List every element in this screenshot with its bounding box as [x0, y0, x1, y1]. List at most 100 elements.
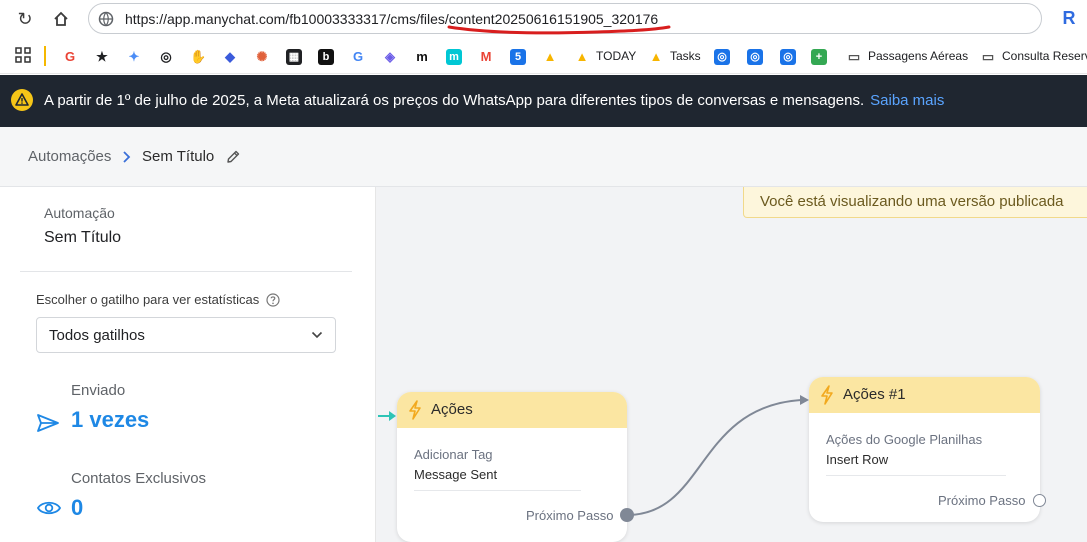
actions-node-title: Ações: [431, 401, 473, 418]
eye-icon: [36, 501, 62, 515]
actions-1-node-title: Ações #1: [843, 386, 906, 403]
miro-icon: m: [446, 48, 462, 65]
incoming-arrow-icon: [389, 411, 396, 421]
airtable-icon: ▲: [649, 48, 663, 64]
bookmark-label: Consulta Reserv: [1002, 49, 1087, 63]
grid-app-icon: ▦: [286, 48, 302, 65]
url-host: https://app.manychat.com: [125, 11, 286, 27]
actions-node-header[interactable]: Ações: [397, 392, 627, 428]
bookmark-item[interactable]: ▭ Consulta Reserv: [980, 47, 1087, 65]
bookmark-item[interactable]: ▲: [542, 47, 558, 65]
bookmark-item[interactable]: ★: [94, 47, 110, 65]
folder-icon: ▭: [847, 48, 861, 64]
extension-icon[interactable]: R: [1058, 7, 1080, 29]
announcement-banner: A partir de 1º de julho de 2025, a Meta …: [0, 75, 1087, 127]
gmail-icon: M: [480, 48, 492, 64]
banner-text: A partir de 1º de julho de 2025, a Meta …: [44, 92, 865, 109]
trigger-select[interactable]: Todos gatilhos: [36, 317, 336, 353]
bookmark-label: Passagens Aéreas: [868, 49, 969, 63]
trigger-label: Escolher o gatilho para ver estatísticas: [36, 292, 280, 307]
apps-grid-icon[interactable]: [15, 47, 31, 63]
bookmark-item[interactable]: ✺: [254, 47, 270, 65]
actions-1-node-header[interactable]: Ações #1: [809, 377, 1040, 413]
help-icon[interactable]: [266, 293, 280, 307]
openai-icon: ◎: [747, 48, 763, 65]
sheets-action-value: Insert Row: [826, 452, 889, 467]
bookmark-item[interactable]: ◎: [158, 47, 174, 65]
link-connector: [626, 399, 802, 516]
bookmark-label: TODAY: [596, 49, 637, 63]
bookmark-item[interactable]: ◎: [780, 47, 796, 65]
stats-sidebar: Automação Sem Título Escolher o gatilho …: [0, 187, 376, 542]
trigger-select-value: Todos gatilhos: [49, 327, 145, 344]
lightning-icon: [821, 385, 833, 405]
breadcrumb-root[interactable]: Automações: [28, 148, 111, 165]
sent-value: 1 vezes: [71, 407, 150, 432]
calendar-icon: 5: [510, 48, 526, 65]
trigger-label-text: Escolher o gatilho para ver estatísticas: [36, 292, 260, 307]
airtable-icon: ▲: [543, 48, 557, 64]
openai-icon: ◎: [780, 48, 796, 65]
bookmark-label: Tasks: [670, 49, 701, 63]
chevron-right-icon: [123, 151, 131, 163]
bookmark-item[interactable]: ▲ TODAY: [574, 47, 637, 65]
contacts-label: Contatos Exclusivos: [71, 470, 207, 487]
node-divider: [826, 475, 1006, 476]
bookmark-item[interactable]: +: [811, 47, 827, 65]
page-title: Sem Título: [142, 148, 215, 165]
bookmark-item[interactable]: m: [446, 47, 462, 65]
bookmark-item[interactable]: ◎: [714, 47, 730, 65]
bookmark-item[interactable]: ◎: [747, 47, 763, 65]
automation-name: Sem Título: [44, 229, 122, 246]
google-sheets-action-label: Ações do Google Planilhas: [826, 432, 983, 447]
airtable-icon: ▲: [575, 48, 589, 64]
actions-1-node[interactable]: Ações #1 Ações do Google Planilhas Inser…: [809, 377, 1040, 522]
bookmark-item[interactable]: 5: [510, 47, 526, 65]
bookmark-item[interactable]: ▲ Tasks: [648, 47, 701, 65]
openai-icon: ◎: [714, 48, 730, 65]
bookmark-item[interactable]: G: [62, 47, 78, 65]
layers-icon: ◈: [385, 48, 395, 64]
bookmark-item[interactable]: ✦: [126, 47, 142, 65]
bookmark-item[interactable]: G: [350, 47, 366, 65]
chevron-down-icon: [311, 331, 323, 339]
site-info-icon[interactable]: [98, 11, 114, 27]
send-icon: [37, 414, 59, 432]
contacts-value: 0: [71, 495, 84, 520]
folder-icon: ▭: [981, 48, 995, 64]
flow-canvas[interactable]: Você está visualizando uma versão public…: [376, 187, 1087, 542]
address-bar[interactable]: https://app.manychat.com/fb10003333317/c…: [88, 3, 1042, 35]
lightning-icon: [409, 400, 421, 420]
bookmark-item[interactable]: m: [414, 47, 430, 65]
reload-icon[interactable]: ↻: [14, 8, 36, 30]
google-icon: G: [352, 48, 364, 64]
next-step-port[interactable]: [620, 508, 634, 522]
sheets-icon: +: [811, 48, 827, 65]
bookmark-item[interactable]: M: [478, 47, 494, 65]
next-step-label: Próximo Passo: [526, 508, 614, 523]
red-underline-annotation: [447, 25, 671, 35]
star-icon: ★: [96, 48, 108, 64]
sunburst-icon: ✺: [256, 48, 268, 64]
page-header: Automações Sem Título: [0, 127, 1087, 187]
warning-icon: [11, 89, 33, 111]
bookmark-item[interactable]: ✋: [190, 47, 206, 65]
home-icon[interactable]: [50, 8, 72, 30]
bookmark-item[interactable]: ▭ Passagens Aéreas: [846, 47, 968, 65]
tag-name: Message Sent: [414, 467, 498, 482]
bird-icon: ◆: [225, 48, 235, 64]
m-app-icon: m: [416, 48, 428, 64]
next-step-port-empty[interactable]: [1033, 494, 1046, 507]
bookmark-item[interactable]: ◈: [382, 47, 398, 65]
learn-more-link[interactable]: Saiba mais: [870, 92, 944, 109]
node-divider: [414, 490, 581, 491]
browser-toolbar: ↻ https://app.manychat.com/fb10003333317…: [0, 0, 1087, 38]
bookmark-item[interactable]: ◆: [222, 47, 238, 65]
bookmark-item[interactable]: ▦: [286, 47, 302, 65]
bookmark-separator: [44, 46, 46, 66]
bookmark-item[interactable]: b: [318, 47, 334, 65]
link-arrow-icon: [800, 395, 809, 405]
actions-node[interactable]: Ações Adicionar Tag Message Sent Próximo…: [397, 392, 627, 542]
edit-pencil-icon[interactable]: [225, 149, 241, 165]
sent-label: Enviado: [71, 382, 126, 399]
